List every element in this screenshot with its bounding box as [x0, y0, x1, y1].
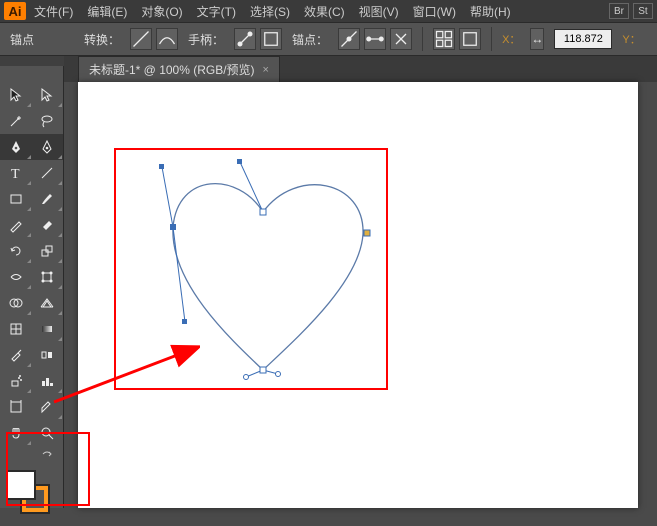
- curvature-tool[interactable]: [32, 134, 64, 160]
- svg-text:T: T: [11, 167, 20, 181]
- eyedropper-tool[interactable]: [0, 342, 32, 368]
- paintbrush-tool[interactable]: [32, 186, 64, 212]
- hand-tool[interactable]: [0, 420, 32, 446]
- fill-stroke-swatch[interactable]: [0, 466, 63, 526]
- lasso-tool[interactable]: [32, 108, 64, 134]
- convert-label: 转换：: [84, 31, 120, 48]
- gradient-tool[interactable]: [32, 316, 64, 342]
- x-coord-label: X：: [502, 31, 520, 47]
- mesh-tool[interactable]: [0, 316, 32, 342]
- blend-tool[interactable]: [32, 342, 64, 368]
- menu-bar: Ai 文件(F) 编辑(E) 对象(O) 文字(T) 选择(S) 效果(C) 视…: [0, 0, 657, 22]
- document-tab[interactable]: 未标题-1* @ 100% (RGB/预览) ×: [78, 56, 280, 82]
- convert-corner-button[interactable]: [130, 28, 152, 50]
- slice-tool[interactable]: [32, 394, 64, 420]
- column-graph-tool[interactable]: [32, 368, 64, 394]
- rectangle-tool[interactable]: [0, 186, 32, 212]
- menu-select[interactable]: 选择(S): [244, 1, 296, 22]
- free-transform-tool[interactable]: [32, 264, 64, 290]
- toolbox-grip[interactable]: [0, 56, 64, 66]
- fill-swatch[interactable]: [6, 470, 36, 500]
- symbol-sprayer-tool[interactable]: [0, 368, 32, 394]
- fill-stroke-swap-icon[interactable]: [0, 446, 63, 460]
- menu-view[interactable]: 视图(V): [353, 1, 405, 22]
- artboard-tool[interactable]: [0, 394, 32, 420]
- scale-tool[interactable]: [32, 238, 64, 264]
- hide-handles-button[interactable]: [260, 28, 282, 50]
- close-tab-icon[interactable]: ×: [263, 64, 269, 76]
- x-coord-input[interactable]: [554, 29, 612, 49]
- pen-tool[interactable]: [0, 134, 32, 160]
- zoom-tool[interactable]: [32, 420, 64, 446]
- convert-smooth-button[interactable]: [156, 28, 178, 50]
- menu-help[interactable]: 帮助(H): [464, 1, 517, 22]
- menu-window[interactable]: 窗口(W): [407, 1, 462, 22]
- stock-button[interactable]: St: [633, 3, 653, 19]
- menu-effect[interactable]: 效果(C): [298, 1, 351, 22]
- rotate-tool[interactable]: [0, 238, 32, 264]
- isolate-button[interactable]: [433, 28, 455, 50]
- width-tool[interactable]: [0, 264, 32, 290]
- handles-label: 手柄：: [188, 31, 224, 48]
- anchor-point-label: 锚点: [10, 31, 34, 48]
- toolbox: T: [0, 56, 64, 508]
- heart-path[interactable]: [118, 152, 408, 412]
- direct-selection-tool[interactable]: [32, 82, 64, 108]
- anchors-label: 锚点：: [292, 31, 328, 48]
- document-tab-title: 未标题-1* @ 100% (RGB/预览): [89, 61, 255, 78]
- control-bar: 锚点 转换： 手柄： 锚点： X： ↔ Y：: [0, 22, 657, 56]
- app-logo: Ai: [4, 2, 26, 20]
- align-button[interactable]: [459, 28, 481, 50]
- pencil-tool[interactable]: [0, 212, 32, 238]
- perspective-grid-tool[interactable]: [32, 290, 64, 316]
- shape-builder-tool[interactable]: [0, 290, 32, 316]
- magic-wand-tool[interactable]: [0, 108, 32, 134]
- selection-tool[interactable]: [0, 82, 32, 108]
- cut-anchor-button[interactable]: [390, 28, 412, 50]
- document-tabs: 未标题-1* @ 100% (RGB/预览) ×: [0, 56, 657, 82]
- menu-file[interactable]: 文件(F): [28, 1, 79, 22]
- show-handles-button[interactable]: [234, 28, 256, 50]
- connect-anchor-button[interactable]: [364, 28, 386, 50]
- eraser-tool[interactable]: [32, 212, 64, 238]
- line-segment-tool[interactable]: [32, 160, 64, 186]
- menu-object[interactable]: 对象(O): [135, 1, 188, 22]
- type-tool[interactable]: T: [0, 160, 32, 186]
- bridge-button[interactable]: Br: [609, 3, 629, 19]
- menu-type[interactable]: 文字(T): [191, 1, 242, 22]
- y-coord-label: Y：: [622, 31, 640, 47]
- corner-buttons: Br St: [609, 3, 653, 19]
- menu-edit[interactable]: 编辑(E): [81, 1, 133, 22]
- remove-anchor-button[interactable]: [338, 28, 360, 50]
- x-link-icon[interactable]: ↔: [530, 28, 544, 50]
